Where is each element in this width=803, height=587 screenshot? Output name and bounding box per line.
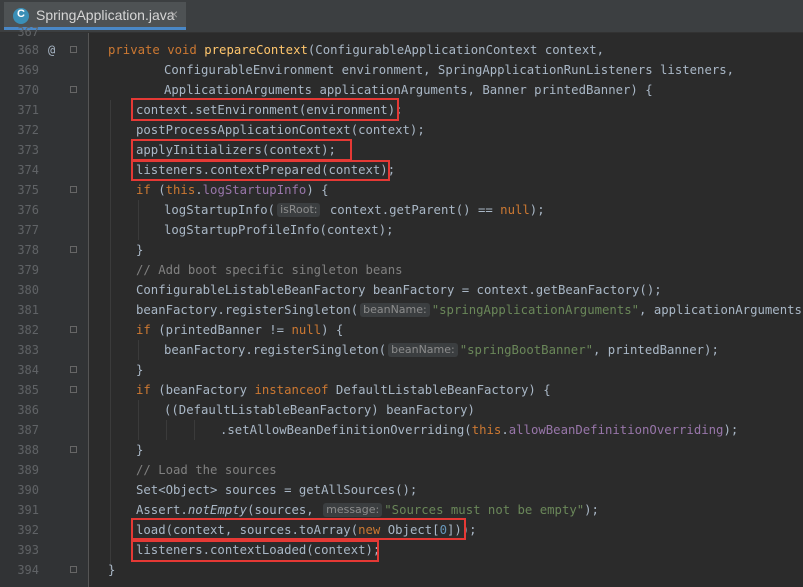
fold-icon[interactable] (70, 386, 77, 393)
code-line-381: 381 beanFactory.registerSingleton(beanNa… (0, 300, 803, 320)
line-number: 386 (17, 403, 39, 417)
code-line-368: 368 @ private void prepareContext(Config… (0, 40, 803, 60)
code-text: beanFactory.registerSingleton(beanName: "… (164, 343, 719, 357)
code-text: if (beanFactory instanceof DefaultListab… (136, 383, 551, 397)
parameter-hint: message: (323, 503, 383, 517)
code-comment: // Load the sources (136, 463, 277, 477)
code-line-389: 389 // Load the sources (0, 460, 803, 480)
code-line-386: 386 ((DefaultListableBeanFactory) beanFa… (0, 400, 803, 420)
line-number: 387 (17, 423, 39, 437)
code-text: ConfigurableListableBeanFactory beanFact… (136, 283, 662, 297)
line-number: 388 (17, 443, 39, 457)
line-number: 391 (17, 503, 39, 517)
highlight-box-context-prepared (131, 160, 390, 181)
parameter-hint: beanName: (360, 303, 430, 317)
code-line-384: 384 } (0, 360, 803, 380)
code-text: beanFactory.registerSingleton(beanName: "… (136, 303, 803, 317)
line-number: 373 (17, 143, 39, 157)
code-line-391: 391 Assert.notEmpty(sources, message: "So… (0, 500, 803, 520)
line-number: 381 (17, 303, 39, 317)
line-number: 369 (17, 63, 39, 77)
code-text: private void prepareContext(Configurable… (108, 43, 605, 57)
line-number: 372 (17, 123, 39, 137)
code-line-371: 371 context.setEnvironment(environment); (0, 100, 803, 120)
line-number: 375 (17, 183, 39, 197)
code-text: } (108, 563, 116, 577)
line-number: 378 (17, 243, 39, 257)
code-line-385: 385 if (beanFactory instanceof DefaultLi… (0, 380, 803, 400)
line-number: 384 (17, 363, 39, 377)
line-number: 389 (17, 463, 39, 477)
code-line-370: 370 ApplicationArguments applicationArgu… (0, 80, 803, 100)
code-comment: // Add boot specific singleton beans (136, 263, 403, 277)
code-line-374: 374 listeners.contextPrepared(context); (0, 160, 803, 180)
code-line-377: 377 logStartupProfileInfo(context); (0, 220, 803, 240)
line-number: 379 (17, 263, 39, 277)
line-number: 382 (17, 323, 39, 337)
code-text: logStartupInfo(isRoot: context.getParent… (164, 203, 545, 217)
code-line-390: 390 Set<Object> sources = getAllSources(… (0, 480, 803, 500)
close-icon[interactable]: × (170, 6, 178, 22)
code-line-369: 369 ConfigurableEnvironment environment,… (0, 60, 803, 80)
line-number: 371 (17, 103, 39, 117)
override-annotation-marker[interactable]: @ (48, 40, 55, 60)
fold-icon[interactable] (70, 446, 77, 453)
code-text: ((DefaultListableBeanFactory) beanFactor… (164, 403, 475, 417)
line-number: 383 (17, 343, 39, 357)
fold-icon[interactable] (70, 186, 77, 193)
code-line-373: 373 applyInitializers(context); (0, 140, 803, 160)
fold-icon[interactable] (70, 366, 77, 373)
parameter-hint: isRoot: (277, 203, 321, 217)
code-text: Assert.notEmpty(sources, message: "Source… (136, 503, 599, 517)
line-number: 377 (17, 223, 39, 237)
line-number: 390 (17, 483, 39, 497)
code-line-383: 383 beanFactory.registerSingleton(beanNa… (0, 340, 803, 360)
code-line-382: 382 if (printedBanner != null) { (0, 320, 803, 340)
code-text: } (136, 443, 144, 457)
highlight-box-load (131, 518, 466, 540)
line-number: 376 (17, 203, 39, 217)
code-text: ConfigurableEnvironment environment, Spr… (164, 63, 735, 77)
code-line-379: 379 // Add boot specific singleton beans (0, 260, 803, 280)
highlight-box-set-environment (131, 98, 399, 121)
fold-icon[interactable] (70, 326, 77, 333)
fold-icon[interactable] (70, 246, 77, 253)
code-text: if (this.logStartupInfo) { (136, 183, 329, 197)
code-line-372: 372 postProcessApplicationContext(contex… (0, 120, 803, 140)
line-number: 374 (17, 163, 39, 177)
code-line-375: 375 if (this.logStartupInfo) { (0, 180, 803, 200)
code-line-380: 380 ConfigurableListableBeanFactory bean… (0, 280, 803, 300)
fold-icon[interactable] (70, 46, 77, 53)
code-line-388: 388 } (0, 440, 803, 460)
code-text: .setAllowBeanDefinitionOverriding(this.a… (220, 423, 739, 437)
code-line-394: 394 } (0, 560, 803, 580)
line-number: 367 (17, 25, 39, 39)
line-number: 393 (17, 543, 39, 557)
line-number: 380 (17, 283, 39, 297)
line-number: 385 (17, 383, 39, 397)
code-line-376: 376 logStartupInfo(isRoot: context.getPa… (0, 200, 803, 220)
code-line-378: 378 } (0, 240, 803, 260)
code-text: } (136, 243, 144, 257)
code-text: if (printedBanner != null) { (136, 323, 344, 337)
code-text: ApplicationArguments applicationArgument… (164, 83, 653, 97)
parameter-hint: beanName: (388, 343, 458, 357)
code-text: } (136, 363, 144, 377)
editor-tab-bar: C SpringApplication.java × (0, 0, 803, 33)
code-text: Set<Object> sources = getAllSources(); (136, 483, 418, 497)
fold-icon[interactable] (70, 566, 77, 573)
highlight-box-context-loaded (131, 540, 379, 562)
code-text: logStartupProfileInfo(context); (164, 223, 394, 237)
code-line-387: 387 .setAllowBeanDefinitionOverriding(th… (0, 420, 803, 440)
line-number: 370 (17, 83, 39, 97)
tab-title: SpringApplication.java (36, 7, 175, 23)
code-line-393: 393 listeners.contextLoaded(context); (0, 540, 803, 560)
code-text: postProcessApplicationContext(context); (136, 123, 425, 137)
line-number: 392 (17, 523, 39, 537)
line-number: 368 (17, 43, 39, 57)
fold-icon[interactable] (70, 86, 77, 93)
highlight-box-apply-initializers (131, 139, 352, 161)
line-number: 394 (17, 563, 39, 577)
